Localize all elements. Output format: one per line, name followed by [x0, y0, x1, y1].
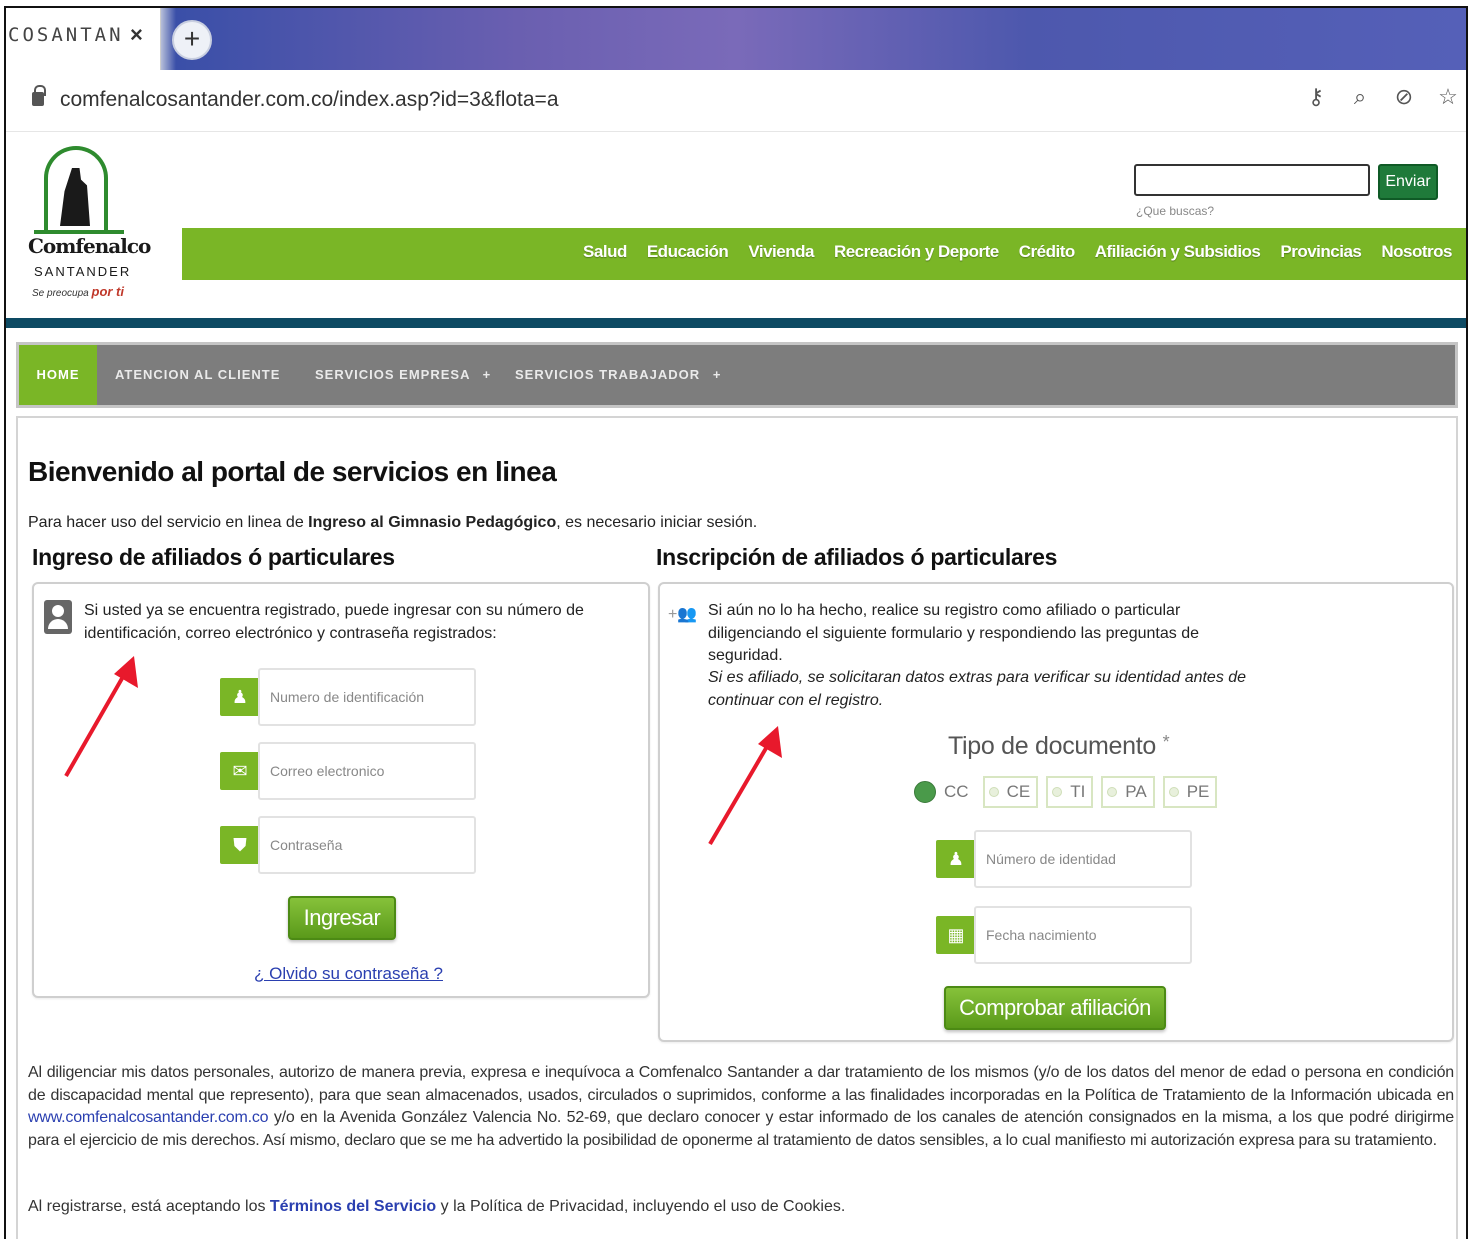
nav-item-vivienda[interactable]: Vivienda [748, 242, 814, 262]
zoom-icon[interactable]: ⌕ [1348, 84, 1372, 110]
sub-nav-trabajador[interactable]: SERVICIOS TRABAJADOR + [515, 345, 721, 405]
email-field: ✉ [220, 742, 480, 800]
comfenalco-logo[interactable]: Comfenalco SANTANDER Se preocupa por ti [28, 146, 151, 306]
add-user-icon: +👥 [668, 606, 698, 623]
doc-option-cc[interactable]: CC [914, 776, 975, 808]
site-header: Comfenalco SANTANDER Se preocupa por ti … [6, 132, 1466, 322]
identity-input[interactable] [974, 830, 1192, 888]
terms-link[interactable]: Términos del Servicio [270, 1198, 436, 1215]
person-icon: ♟ [936, 840, 976, 878]
login-box: Si usted ya se encuentra registrado, pue… [32, 582, 650, 998]
radio-icon [1107, 787, 1118, 797]
login-title: Ingreso de afiliados ó particulares [32, 544, 395, 570]
id-input[interactable] [258, 668, 476, 726]
site-search-input[interactable] [1134, 164, 1370, 196]
birthdate-input[interactable] [974, 906, 1192, 964]
legal-text: Al diligenciar mis datos personales, aut… [28, 1064, 1454, 1149]
main-nav: Salud Educación Vivienda Recreación y De… [182, 228, 1466, 280]
ingresar-button[interactable]: Ingresar [288, 896, 396, 940]
header-divider [6, 318, 1466, 328]
lock-icon[interactable] [32, 85, 46, 106]
annotation-arrow-icon [64, 656, 138, 777]
eye-off-icon[interactable]: ⊘ [1392, 84, 1416, 110]
search-send-button[interactable]: Enviar [1378, 164, 1438, 200]
plus-icon: + [712, 367, 722, 382]
plus-icon: + [482, 367, 492, 382]
terms-text: Al registrarse, está aceptando los Térmi… [28, 1198, 846, 1215]
tab-title: COSANTAN [8, 24, 124, 46]
sub-nav-empresa[interactable]: SERVICIOS EMPRESA + [315, 345, 491, 405]
id-field: ♟ [220, 668, 480, 726]
logo-tagline: Se preocupa por ti [32, 284, 124, 299]
doc-option-pa[interactable]: PA [1101, 776, 1155, 808]
nav-item-recreacion[interactable]: Recreación y Deporte [834, 242, 999, 262]
radio-selected-icon [914, 781, 936, 803]
person-icon: ♟ [220, 678, 260, 716]
star-icon[interactable]: ☆ [1436, 84, 1460, 110]
nav-item-salud[interactable]: Salud [583, 242, 627, 262]
nav-item-provincias[interactable]: Provincias [1280, 242, 1362, 262]
logo-name: Comfenalco [28, 234, 151, 258]
address-bar: comfenalcosantander.com.co/index.asp?id=… [6, 70, 1466, 132]
forgot-password-link[interactable]: ¿ Olvido su contraseña ? [254, 964, 443, 984]
nav-item-educacion[interactable]: Educación [647, 242, 729, 262]
identity-field: ♟ [936, 830, 1196, 888]
login-description: Si usted ya se encuentra registrado, pue… [84, 602, 584, 642]
close-icon[interactable]: × [130, 22, 143, 48]
shield-icon: ⛊ [220, 826, 260, 864]
doc-option-ce[interactable]: CE [982, 776, 1039, 808]
tab-bar: COSANTAN × + [6, 8, 1466, 70]
password-input[interactable] [258, 816, 476, 874]
radio-icon [1052, 787, 1063, 797]
comprobar-afiliacion-button[interactable]: Comprobar afiliación [944, 986, 1166, 1030]
calendar-icon: ▦ [936, 916, 976, 954]
browser-actions: ⚷ ⌕ ⊘ ☆ [1304, 84, 1460, 110]
doc-option-ti[interactable]: TI [1046, 776, 1094, 808]
key-icon[interactable]: ⚷ [1304, 84, 1328, 110]
sub-nav-atencion[interactable]: ATENCION AL CLIENTE [115, 345, 280, 405]
annotation-arrow-icon [708, 726, 782, 846]
search-hint: ¿Que buscas? [1136, 204, 1215, 218]
browser-tab[interactable]: COSANTAN × [6, 8, 161, 70]
nav-item-afiliacion[interactable]: Afiliación y Subsidios [1095, 242, 1261, 262]
email-input[interactable] [258, 742, 476, 800]
user-icon [44, 600, 72, 634]
register-title: Inscripción de afiliados ó particulares [656, 544, 1058, 570]
birthdate-field: ▦ [936, 906, 1196, 964]
intro-text: Para hacer uso del servicio en linea de … [28, 514, 758, 531]
radio-icon [988, 787, 999, 797]
logo-sub: SANTANDER [34, 264, 132, 279]
url-field[interactable]: comfenalcosantander.com.co/index.asp?id=… [60, 88, 559, 112]
register-description: Si aún no lo ha hecho, realice su regist… [708, 602, 1199, 664]
sub-nav-home[interactable]: HOME [19, 345, 97, 405]
doc-type-label: Tipo de documento * [948, 732, 1170, 760]
password-field: ⛊ [220, 816, 480, 874]
page-title: Bienvenido al portal de servicios en lin… [28, 456, 557, 487]
nav-item-credito[interactable]: Crédito [1019, 242, 1076, 262]
site-link[interactable]: www.comfenalcosantander.com.co [28, 1109, 269, 1126]
new-tab-button[interactable]: + [172, 20, 212, 60]
required-mark: * [1162, 732, 1170, 752]
doc-option-pe[interactable]: PE [1162, 776, 1218, 808]
sub-nav: HOME ATENCION AL CLIENTE SERVICIOS EMPRE… [16, 342, 1458, 408]
nav-item-nosotros[interactable]: Nosotros [1381, 242, 1452, 262]
browser-window: COSANTAN × + comfenalcosantander.com.co/… [4, 6, 1468, 1239]
envelope-icon: ✉ [220, 752, 260, 790]
register-note: Si es afiliado, se solicitaran datos ext… [708, 669, 1247, 709]
radio-icon [1168, 787, 1179, 797]
doc-type-group: CC CE TI PA PE [914, 776, 1218, 808]
